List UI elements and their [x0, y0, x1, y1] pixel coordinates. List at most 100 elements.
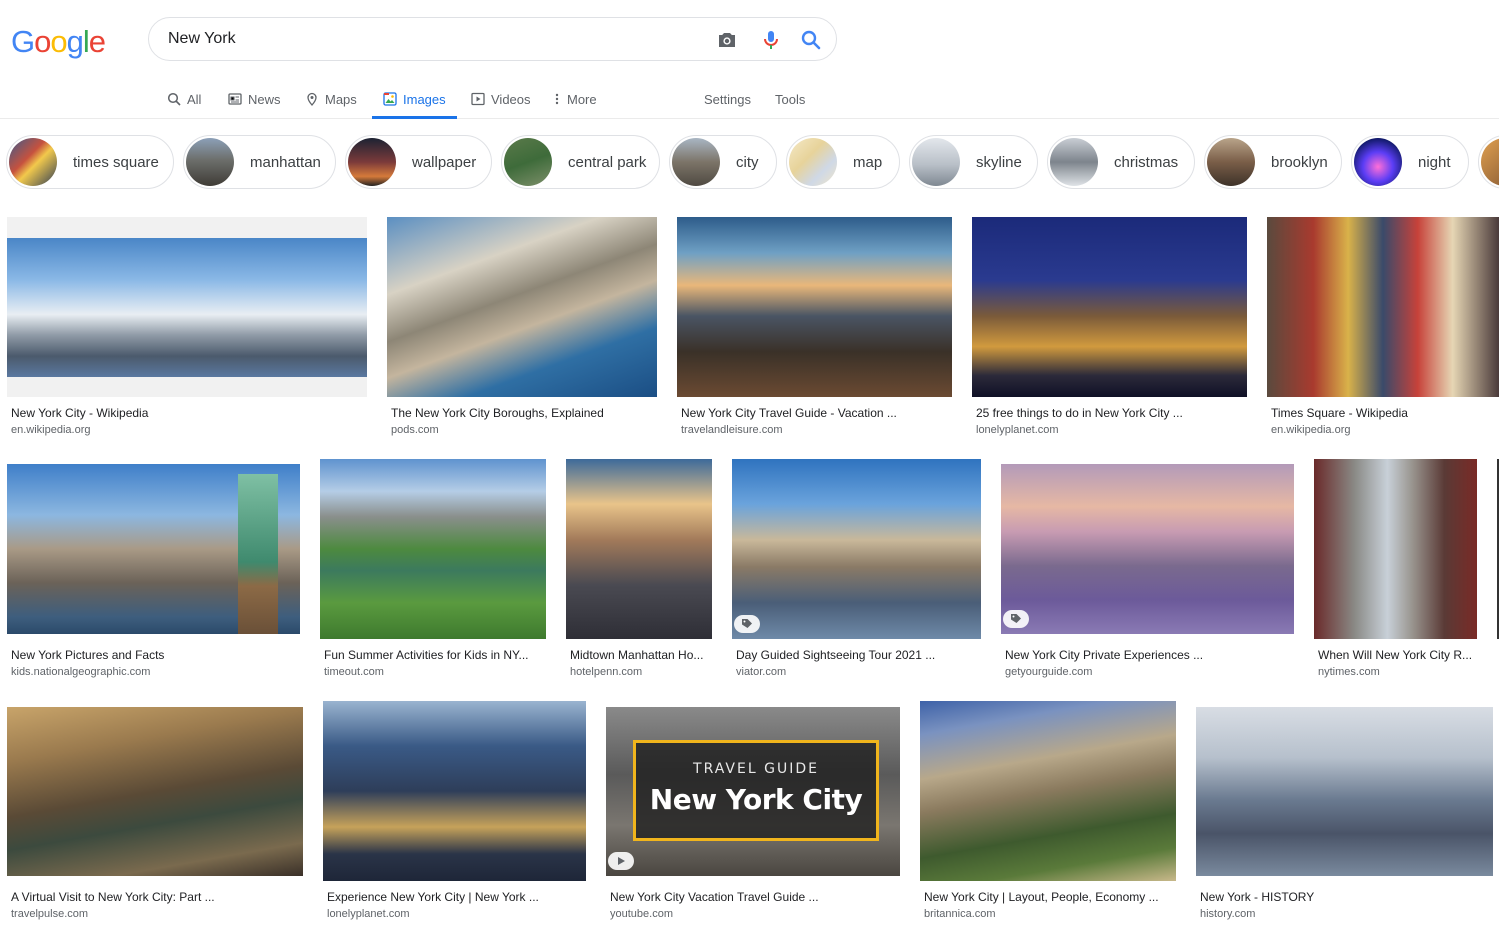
image-result-card[interactable]: New York City Private Experiences ... ge… — [1001, 459, 1294, 679]
chip-label: manhattan — [250, 153, 321, 171]
chip-night[interactable]: night — [1351, 135, 1469, 189]
tab-maps[interactable]: Maps — [305, 80, 357, 118]
chip-thumbnail — [186, 138, 234, 186]
tab-label: All — [187, 91, 202, 107]
settings-label: Settings — [704, 91, 751, 107]
tag-icon — [742, 619, 752, 628]
image-result-card[interactable]: New York City Travel Guide - Vacation ..… — [677, 217, 952, 437]
result-source[interactable]: getyourguide.com — [1005, 666, 1092, 678]
chip-label: times square — [73, 153, 159, 171]
result-title: Day Guided Sightseeing Tour 2021 ... — [736, 648, 936, 662]
result-title: New York City Vacation Travel Guide ... — [610, 890, 819, 904]
logo-letter: o — [50, 24, 67, 59]
result-source[interactable]: history.com — [1200, 908, 1255, 920]
chip-thumbnail — [672, 138, 720, 186]
chip-skyline[interactable]: skyline — [909, 135, 1038, 189]
tab-label: More — [567, 91, 597, 107]
result-thumbnail[interactable] — [1267, 217, 1499, 397]
result-source[interactable]: youtube.com — [610, 908, 673, 920]
result-thumbnail[interactable] — [323, 701, 586, 881]
result-source[interactable]: timeout.com — [324, 666, 384, 678]
camera-icon[interactable] — [715, 28, 739, 52]
tools-link[interactable]: Tools — [775, 80, 805, 118]
image-result-card[interactable]: Experience New York City | New York ... … — [323, 701, 586, 927]
result-thumbnail[interactable] — [7, 707, 303, 876]
chip-christmas[interactable]: christmas — [1047, 135, 1195, 189]
result-title: A Virtual Visit to New York City: Part .… — [11, 890, 215, 904]
result-thumbnail[interactable] — [920, 701, 1176, 881]
tab-images[interactable]: Images — [372, 80, 457, 119]
mic-icon[interactable] — [759, 28, 783, 52]
search-icon[interactable] — [799, 28, 823, 52]
tab-news[interactable]: News — [228, 80, 281, 118]
image-result-card[interactable]: When Will New York City R... nytimes.com — [1314, 459, 1477, 679]
image-result-card[interactable]: New York - HISTORY history.com — [1196, 701, 1493, 927]
chip-map[interactable]: map — [786, 135, 900, 189]
result-source[interactable]: pods.com — [391, 424, 439, 436]
chip-thumbnail — [1207, 138, 1255, 186]
chip-brooklyn[interactable]: brooklyn — [1204, 135, 1342, 189]
chip-overflow[interactable] — [1478, 135, 1499, 189]
image-result-card[interactable]: TRAVEL GUIDE New York City New York City… — [606, 701, 900, 927]
result-thumbnail[interactable] — [677, 217, 952, 397]
statue-of-liberty-photo — [238, 474, 278, 634]
video-badge — [608, 852, 634, 870]
result-thumbnail[interactable] — [7, 217, 367, 397]
result-thumbnail[interactable] — [7, 464, 300, 634]
search-input[interactable] — [168, 18, 688, 60]
image-result-card[interactable]: New York Pictures and Facts kids.nationa… — [7, 459, 300, 679]
result-source[interactable]: en.wikipedia.org — [11, 424, 91, 436]
result-source[interactable]: hotelpenn.com — [570, 666, 642, 678]
logo-letter: e — [88, 24, 106, 59]
chip-label: city — [736, 153, 759, 171]
chip-label: brooklyn — [1271, 153, 1328, 171]
result-source[interactable]: lonelyplanet.com — [327, 908, 410, 920]
result-title: New York City Private Experiences ... — [1005, 648, 1204, 662]
google-logo[interactable]: Google — [11, 24, 106, 60]
image-result-card[interactable]: 25 free things to do in New York City ..… — [972, 217, 1247, 437]
chip-manhattan[interactable]: manhattan — [183, 135, 336, 189]
result-source[interactable]: britannica.com — [924, 908, 996, 920]
chip-city[interactable]: city — [669, 135, 777, 189]
chip-thumbnail — [912, 138, 960, 186]
result-thumbnail[interactable]: TRAVEL GUIDE New York City — [606, 707, 900, 876]
result-source[interactable]: travelpulse.com — [11, 908, 88, 920]
image-result-card[interactable]: New York City - Wikipedia en.wikipedia.o… — [7, 217, 367, 437]
result-source[interactable]: kids.nationalgeographic.com — [11, 666, 150, 678]
active-tab-indicator — [372, 116, 457, 119]
image-result-card[interactable]: New York City | Layout, People, Economy … — [920, 701, 1176, 927]
image-result-card[interactable]: The New York City Boroughs, Explained po… — [387, 217, 657, 437]
result-thumbnail[interactable] — [1314, 459, 1477, 639]
result-thumbnail[interactable] — [732, 459, 981, 639]
tab-more[interactable]: More — [553, 80, 597, 118]
image-result-card[interactable]: Times Square - Wikipedia en.wikipedia.or… — [1267, 217, 1499, 437]
result-title: New York City Travel Guide - Vacation ..… — [681, 406, 897, 420]
tab-videos[interactable]: Videos — [471, 80, 531, 118]
image-result-card[interactable]: Day Guided Sightseeing Tour 2021 ... via… — [732, 459, 981, 679]
result-thumbnail[interactable] — [387, 217, 657, 397]
chip-thumbnail — [504, 138, 552, 186]
result-source[interactable]: travelandleisure.com — [681, 424, 783, 436]
result-thumbnail[interactable] — [566, 459, 712, 639]
result-source[interactable]: lonelyplanet.com — [976, 424, 1059, 436]
result-thumbnail[interactable] — [972, 217, 1247, 397]
result-thumbnail[interactable] — [1001, 464, 1294, 634]
tab-label: Videos — [491, 91, 531, 107]
chip-central-park[interactable]: central park — [501, 135, 660, 189]
image-result-card[interactable]: Midtown Manhattan Ho... hotelpenn.com — [566, 459, 712, 679]
travel-guide-banner: TRAVEL GUIDE New York City — [633, 740, 879, 841]
result-thumbnail[interactable] — [1196, 707, 1493, 876]
chip-wallpaper[interactable]: wallpaper — [345, 135, 492, 189]
chip-times-square[interactable]: times square — [6, 135, 174, 189]
more-vert-icon — [555, 93, 559, 105]
result-source[interactable]: nytimes.com — [1318, 666, 1380, 678]
result-thumbnail[interactable] — [320, 459, 546, 639]
result-source[interactable]: viator.com — [736, 666, 786, 678]
video-icon — [471, 92, 485, 106]
settings-link[interactable]: Settings — [704, 80, 751, 118]
tab-all[interactable]: All — [167, 80, 201, 118]
product-badge — [734, 615, 760, 633]
image-result-card[interactable]: Fun Summer Activities for Kids in NY... … — [320, 459, 546, 679]
result-source[interactable]: en.wikipedia.org — [1271, 424, 1351, 436]
image-result-card[interactable]: A Virtual Visit to New York City: Part .… — [7, 701, 303, 927]
